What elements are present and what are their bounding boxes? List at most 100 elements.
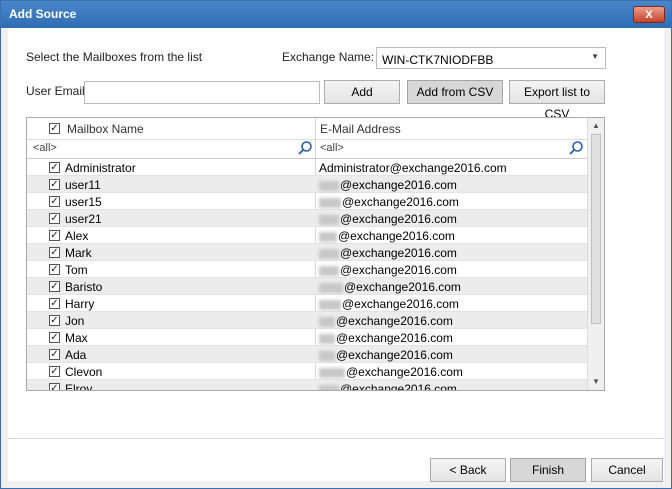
add-button[interactable]: Add (324, 80, 400, 104)
mailbox-name-cell: Elroy (65, 382, 93, 391)
scroll-up-icon[interactable]: ▲ (592, 121, 600, 130)
redacted-username (319, 333, 335, 344)
table-row[interactable]: ✓ Max @exchange2016.com (27, 329, 587, 346)
redacted-username (319, 316, 335, 327)
mailbox-name-cell: Tom (65, 263, 88, 277)
email-address-text: @exchange2016.com (340, 212, 457, 226)
redacted-username (319, 248, 339, 259)
row-checkbox[interactable]: ✓ (49, 213, 60, 224)
row-checkbox[interactable]: ✓ (49, 298, 60, 309)
redacted-username (319, 299, 341, 310)
row-checkbox[interactable]: ✓ (49, 162, 60, 173)
row-checkbox[interactable]: ✓ (49, 383, 60, 390)
row-checkbox[interactable]: ✓ (49, 196, 60, 207)
column-email-address[interactable]: E-Mail Address (320, 122, 401, 136)
mailbox-grid: ✓ Mailbox Name E-Mail Address <all> <all… (26, 117, 605, 391)
close-icon: X (645, 9, 653, 21)
email-address-cell: Administrator@exchange2016.com (319, 161, 507, 175)
mailbox-name-cell: user11 (65, 178, 101, 192)
redacted-username (319, 231, 337, 242)
close-button[interactable]: X (633, 6, 665, 23)
table-row[interactable]: ✓ Ada @exchange2016.com (27, 346, 587, 363)
add-from-csv-button[interactable]: Add from CSV (407, 80, 503, 104)
email-filter-input[interactable]: <all> (320, 142, 344, 154)
email-address-text: @exchange2016.com (340, 178, 457, 192)
table-row[interactable]: ✓ Clevon @exchange2016.com (27, 363, 587, 380)
email-address-cell: @exchange2016.com (319, 382, 457, 391)
row-checkbox[interactable]: ✓ (49, 264, 60, 275)
cancel-button[interactable]: Cancel (591, 458, 663, 482)
table-row[interactable]: ✓ Administrator Administrator@exchange2016… (27, 159, 587, 176)
table-row[interactable]: ✓ user11 @exchange2016.com (27, 176, 587, 193)
email-address-cell: @exchange2016.com (319, 348, 453, 362)
mailbox-name-cell: Baristo (65, 280, 103, 294)
mailbox-name-cell: user21 (65, 212, 102, 226)
table-row[interactable]: ✓ Tom @exchange2016.com (27, 261, 587, 278)
redacted-username (319, 180, 339, 191)
email-address-text: @exchange2016.com (340, 382, 457, 391)
exchange-name-label: Exchange Name: (282, 50, 375, 64)
table-row[interactable]: ✓ Baristo @exchange2016.com (27, 278, 587, 295)
email-address-text: @exchange2016.com (342, 195, 459, 209)
row-checkbox[interactable]: ✓ (49, 179, 60, 190)
finish-button[interactable]: Finish (510, 458, 586, 482)
user-email-label: User Email (26, 84, 85, 98)
email-address-text: @exchange2016.com (342, 297, 459, 311)
email-address-cell: @exchange2016.com (319, 263, 457, 277)
grid-header: ✓ Mailbox Name E-Mail Address (27, 118, 587, 140)
table-row[interactable]: ✓ Jon @exchange2016.com (27, 312, 587, 329)
row-checkbox[interactable]: ✓ (49, 247, 60, 258)
table-row[interactable]: ✓ Elroy @exchange2016.com (27, 380, 587, 391)
redacted-username (319, 214, 339, 225)
back-button[interactable]: < Back (430, 458, 506, 482)
search-icon[interactable] (297, 140, 313, 156)
redacted-username (319, 384, 339, 390)
redacted-username (319, 265, 339, 276)
column-mailbox-name[interactable]: Mailbox Name (67, 122, 144, 136)
mailbox-name-cell: Administrator (65, 161, 136, 175)
email-address-cell: @exchange2016.com (319, 246, 457, 260)
mailbox-name-cell: Max (65, 331, 88, 345)
window-title: Add Source (9, 7, 77, 21)
user-email-input[interactable] (84, 81, 320, 104)
scroll-thumb[interactable] (591, 134, 601, 324)
email-address-text: @exchange2016.com (340, 246, 457, 260)
vertical-scrollbar[interactable]: ▲ ▼ (587, 118, 604, 390)
email-address-text: Administrator@exchange2016.com (319, 161, 507, 175)
email-address-text: @exchange2016.com (340, 263, 457, 277)
email-address-text: @exchange2016.com (336, 348, 453, 362)
redacted-username (319, 350, 335, 361)
mailbox-name-cell: Clevon (65, 365, 103, 379)
row-checkbox[interactable]: ✓ (49, 349, 60, 360)
table-row[interactable]: ✓ user15 @exchange2016.com (27, 193, 587, 210)
select-mailboxes-label: Select the Mailboxes from the list (26, 50, 203, 64)
exchange-name-select[interactable]: WIN-CTK7NIODFBB ▼ (376, 47, 606, 69)
scroll-down-icon[interactable]: ▼ (592, 377, 600, 386)
footer-separator (8, 438, 664, 439)
table-row[interactable]: ✓ Harry @exchange2016.com (27, 295, 587, 312)
search-icon[interactable] (568, 140, 584, 156)
email-address-cell: @exchange2016.com (319, 178, 457, 192)
name-filter-input[interactable]: <all> (33, 142, 57, 154)
select-all-checkbox[interactable]: ✓ (49, 123, 60, 134)
email-address-text: @exchange2016.com (338, 229, 455, 243)
row-checkbox[interactable]: ✓ (49, 315, 60, 326)
email-address-text: @exchange2016.com (344, 280, 461, 294)
table-row[interactable]: ✓ Mark @exchange2016.com (27, 244, 587, 261)
export-csv-button[interactable]: Export list to CSV (509, 80, 605, 121)
email-address-text: @exchange2016.com (336, 314, 453, 328)
filter-row: <all> <all> (27, 139, 587, 159)
redacted-username (319, 367, 345, 378)
table-row[interactable]: ✓ user21 @exchange2016.com (27, 210, 587, 227)
email-address-cell: @exchange2016.com (319, 229, 455, 243)
row-checkbox[interactable]: ✓ (49, 332, 60, 343)
exchange-name-value: WIN-CTK7NIODFBB (382, 53, 494, 67)
email-address-cell: @exchange2016.com (319, 314, 453, 328)
table-row[interactable]: ✓ Alex @exchange2016.com (27, 227, 587, 244)
email-address-text: @exchange2016.com (336, 331, 453, 345)
row-checkbox[interactable]: ✓ (49, 366, 60, 377)
dialog-content: Select the Mailboxes from the list Excha… (8, 28, 664, 482)
mailbox-name-cell: Alex (65, 229, 89, 243)
row-checkbox[interactable]: ✓ (49, 281, 60, 292)
row-checkbox[interactable]: ✓ (49, 230, 60, 241)
